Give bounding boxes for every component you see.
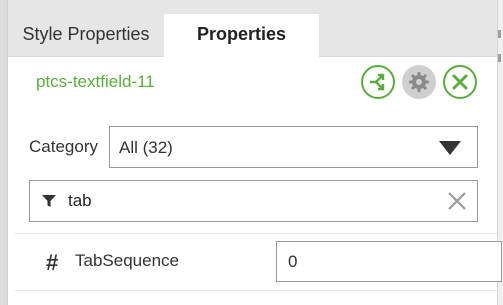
dropdown-arrow-icon[interactable]	[439, 141, 461, 155]
divider	[15, 290, 497, 291]
clear-filter-icon[interactable]	[447, 191, 467, 211]
rail-handle-icon[interactable]	[498, 30, 501, 38]
tab-strip: Style Properties Properties	[8, 0, 497, 57]
gear-icon	[409, 72, 429, 92]
close-button[interactable]	[443, 65, 477, 99]
property-name: TabSequence	[75, 251, 179, 270]
category-select[interactable]: All (32)	[109, 126, 478, 168]
category-label: Category	[29, 137, 98, 156]
filter-input[interactable]: tab	[29, 180, 478, 222]
panel-left-border	[0, 0, 8, 305]
category-value: All (32)	[119, 138, 173, 157]
close-icon	[452, 74, 468, 90]
rail-handle-icon[interactable]	[498, 54, 501, 62]
settings-button[interactable]	[402, 65, 436, 99]
connector-icon	[370, 73, 385, 91]
widget-name: ptcs-textfield-11	[36, 72, 155, 91]
property-row: # TabSequence 0	[15, 234, 502, 290]
hash-icon: #	[46, 250, 59, 275]
bind-connector-button[interactable]	[361, 65, 395, 99]
property-value-input[interactable]: 0	[276, 241, 502, 282]
filter-text: tab	[68, 191, 92, 210]
property-value: 0	[288, 252, 298, 271]
tab-style-properties[interactable]: Style Properties	[8, 14, 164, 56]
filter-icon	[42, 195, 56, 207]
tab-properties[interactable]: Properties	[164, 14, 319, 57]
